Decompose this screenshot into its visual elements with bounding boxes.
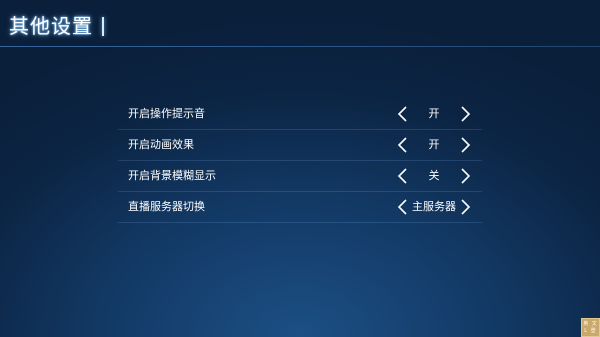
chevron-right-icon[interactable] — [456, 135, 474, 155]
chevron-right-icon[interactable] — [456, 197, 474, 217]
setting-selector: 开 — [394, 133, 474, 157]
chevron-right-icon[interactable] — [456, 166, 474, 186]
chevron-right-icon[interactable] — [456, 104, 474, 124]
settings-list: 开启操作提示音 开 开启动画效果 开 开启背景模糊显示 关 直播服务器切换 主服… — [118, 99, 482, 223]
setting-selector: 主服务器 — [394, 195, 474, 219]
setting-value: 开 — [428, 138, 440, 151]
setting-label: 开启操作提示音 — [128, 107, 205, 120]
setting-row-operation-sound: 开启操作提示音 开 — [118, 99, 482, 130]
setting-label: 直播服务器切换 — [128, 200, 205, 213]
input-method-badge[interactable]: 英 文 L 登 — [581, 318, 600, 337]
setting-selector: 开 — [394, 102, 474, 126]
setting-value: 开 — [428, 107, 440, 120]
page-title: 其他设置 — [9, 14, 93, 38]
header-divider — [0, 46, 600, 47]
setting-value: 主服务器 — [412, 200, 456, 213]
header: 其他设置 — [0, 0, 600, 46]
title-divider — [102, 17, 104, 36]
setting-row-background-blur: 开启背景模糊显示 关 — [118, 161, 482, 192]
setting-selector: 关 — [394, 164, 474, 188]
setting-row-live-server: 直播服务器切换 主服务器 — [118, 192, 482, 223]
setting-label: 开启背景模糊显示 — [128, 169, 216, 182]
setting-row-animation: 开启动画效果 开 — [118, 130, 482, 161]
setting-value: 关 — [428, 169, 440, 182]
setting-label: 开启动画效果 — [128, 138, 194, 151]
